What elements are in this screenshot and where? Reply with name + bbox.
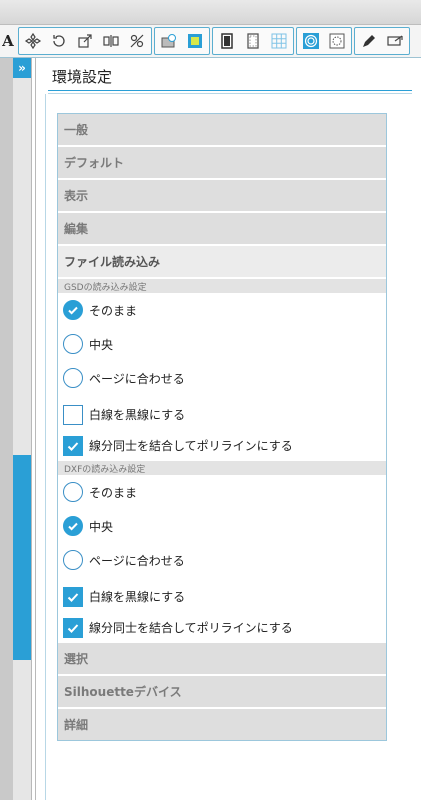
dxf-option-fit-page[interactable]: ページに合わせる xyxy=(58,543,386,577)
page-icon[interactable] xyxy=(214,29,240,53)
replicate-icon[interactable] xyxy=(20,29,46,53)
radio-icon[interactable] xyxy=(63,550,83,570)
rotate-icon[interactable] xyxy=(46,29,72,53)
dxf-import-heading: DXFの読み込み設定 xyxy=(58,461,386,475)
dxf-check-join-polyline[interactable]: 線分同士を結合してポリラインにする xyxy=(58,612,386,643)
gsd-option-as-is[interactable]: そのまま xyxy=(58,293,386,327)
gsd-option-fit-page[interactable]: ページに合わせる xyxy=(58,361,386,395)
gsd-check-white-to-black[interactable]: 白線を黒線にする xyxy=(58,399,386,430)
check-label: 線分同士を結合してポリラインにする xyxy=(89,439,293,453)
title-divider xyxy=(48,90,412,91)
toolbar-group-page xyxy=(212,27,294,55)
preferences-panel: 環境設定 一般 デフォルト 表示 編集 ファイル読み込み GSDの読み込み設定 … xyxy=(35,58,421,800)
option-label: そのまま xyxy=(89,303,138,318)
toolbar-group-trace xyxy=(296,27,352,55)
section-display[interactable]: 表示 xyxy=(58,180,386,211)
trace-icon[interactable] xyxy=(298,29,324,53)
radio-icon[interactable] xyxy=(63,368,83,388)
check-label: 線分同士を結合してポリラインにする xyxy=(89,621,293,635)
resize-icon[interactable] xyxy=(72,29,98,53)
page-outline-icon[interactable] xyxy=(240,29,266,53)
option-label: ページに合わせる xyxy=(89,371,185,386)
option-label: 中央 xyxy=(89,337,114,352)
option-label: そのまま xyxy=(89,485,138,500)
radio-icon[interactable] xyxy=(63,334,83,354)
checkbox-icon[interactable] xyxy=(63,404,83,425)
check-label: 白線を黒線にする xyxy=(89,408,186,422)
dxf-option-center[interactable]: 中央 xyxy=(58,509,386,543)
section-general[interactable]: 一般 xyxy=(58,114,386,145)
gsd-import-heading: GSDの読み込み設定 xyxy=(58,279,386,293)
section-advanced[interactable]: 詳細 xyxy=(58,709,386,740)
toolbar-group-edit xyxy=(18,27,152,55)
panel-title: 環境設定 xyxy=(52,68,113,86)
option-label: 中央 xyxy=(89,519,114,534)
side-strip xyxy=(13,58,32,800)
toolbar-group-fill xyxy=(154,27,210,55)
fill-icon[interactable] xyxy=(182,29,208,53)
send-icon[interactable] xyxy=(382,29,408,53)
gsd-check-join-polyline[interactable]: 線分同士を結合してポリラインにする xyxy=(58,430,386,461)
section-edit[interactable]: 編集 xyxy=(58,213,386,244)
radio-selected-icon[interactable] xyxy=(63,300,83,320)
window-top-strip xyxy=(0,0,421,25)
radio-icon[interactable] xyxy=(63,482,83,502)
text-tool-button[interactable]: A xyxy=(0,27,16,55)
left-column xyxy=(0,58,13,800)
option-label: ページに合わせる xyxy=(89,553,185,568)
checkbox-checked-icon[interactable] xyxy=(63,435,83,456)
toolbar: A xyxy=(0,25,421,58)
checkbox-checked-icon[interactable] xyxy=(63,617,83,638)
section-file-import[interactable]: ファイル読み込み xyxy=(58,246,386,277)
transform-icon[interactable] xyxy=(124,29,150,53)
offset-icon[interactable] xyxy=(324,29,350,53)
check-label: 白線を黒線にする xyxy=(89,590,186,604)
section-default[interactable]: デフォルト xyxy=(58,147,386,178)
dxf-check-white-to-black[interactable]: 白線を黒線にする xyxy=(58,581,386,612)
grid-icon[interactable] xyxy=(266,29,292,53)
checkbox-checked-icon[interactable] xyxy=(63,586,83,607)
settings-list: 一般 デフォルト 表示 編集 ファイル読み込み GSDの読み込み設定 そのまま … xyxy=(57,113,387,741)
toolbar-group-send xyxy=(354,27,410,55)
pen-icon[interactable] xyxy=(356,29,382,53)
section-select[interactable]: 選択 xyxy=(58,643,386,674)
expand-panel-icon[interactable]: » xyxy=(13,58,31,78)
section-silhouette-device[interactable]: Silhouetteデバイス xyxy=(58,676,386,707)
side-strip-accent xyxy=(13,455,31,660)
radio-selected-icon[interactable] xyxy=(63,516,83,536)
align-icon[interactable] xyxy=(98,29,124,53)
media-icon[interactable] xyxy=(156,29,182,53)
dxf-option-as-is[interactable]: そのまま xyxy=(58,475,386,509)
gsd-option-center[interactable]: 中央 xyxy=(58,327,386,361)
